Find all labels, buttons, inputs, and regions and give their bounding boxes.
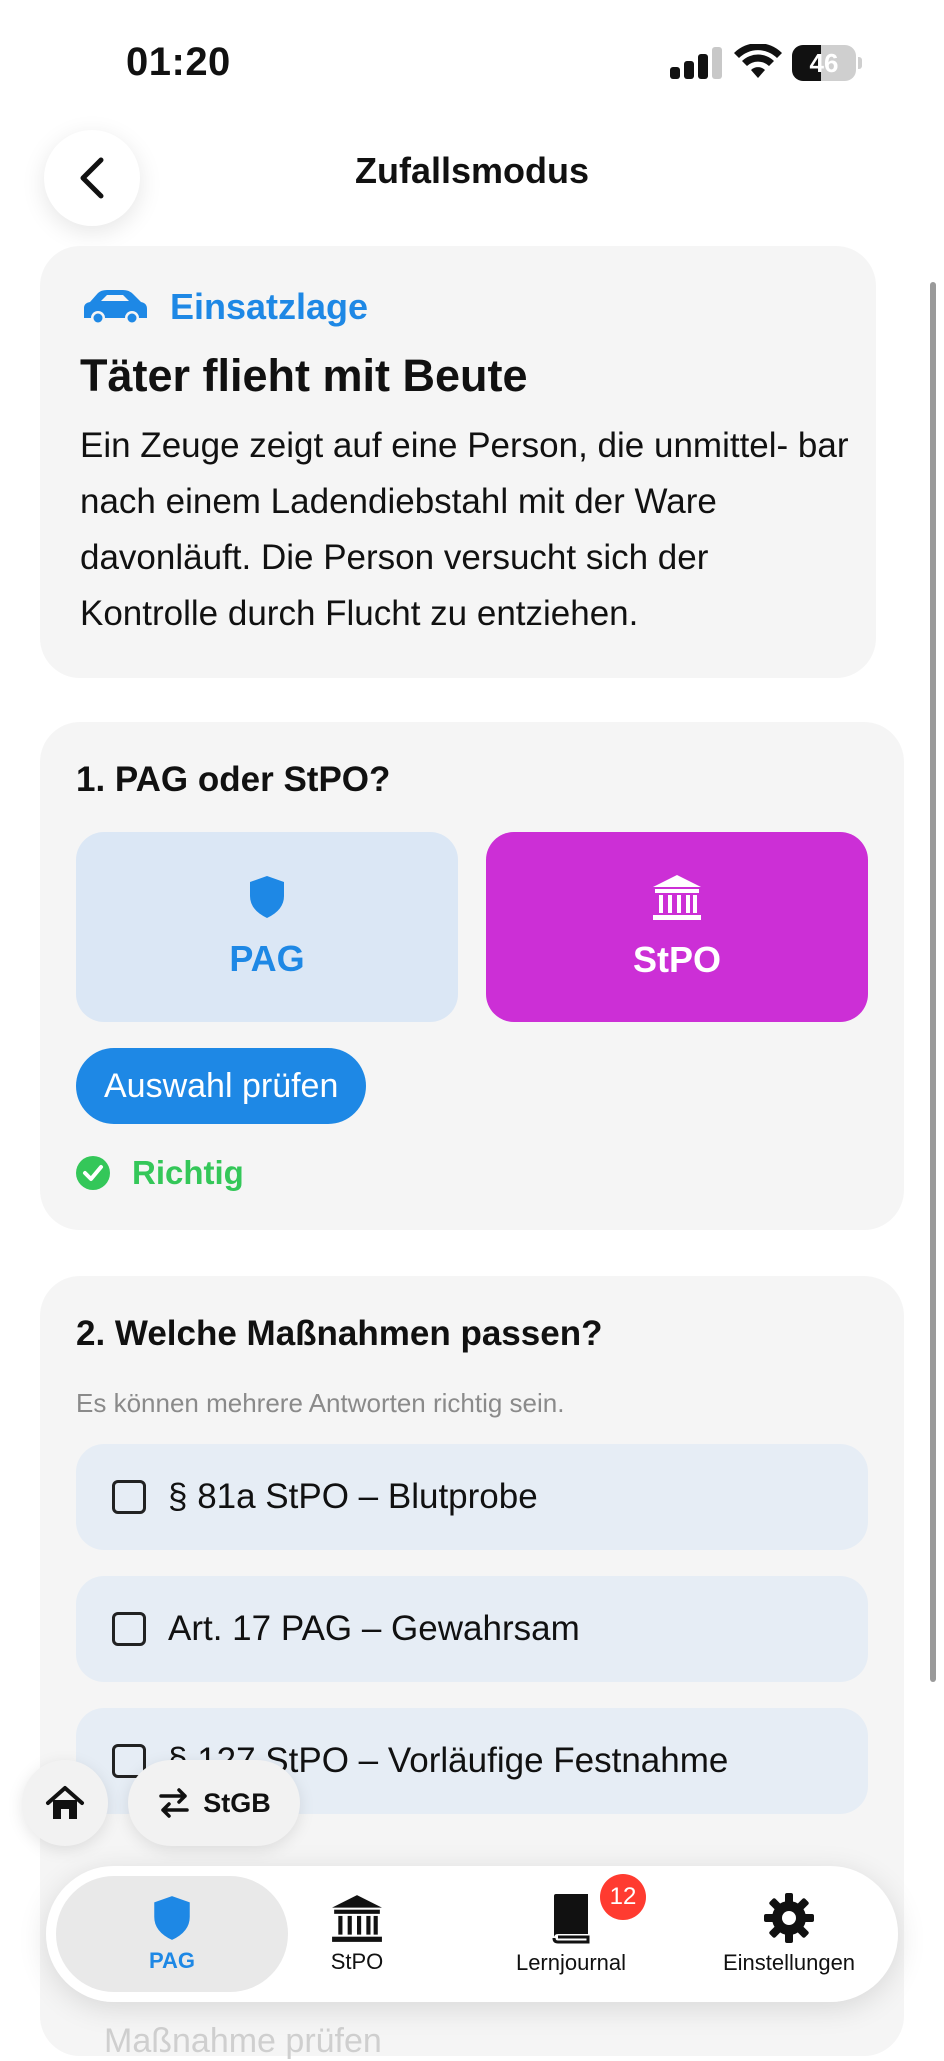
question-1-title: 1. PAG oder StPO?	[76, 760, 391, 799]
switch-law-button[interactable]: StGB	[128, 1760, 300, 1846]
checkbox[interactable]	[112, 1480, 146, 1514]
answer-label: § 81a StPO – Blutprobe	[168, 1477, 538, 1516]
tab-lernjournal-label: Lernjournal	[515, 1950, 627, 1975]
car-icon	[84, 290, 147, 325]
arrows-swap-icon	[159, 1788, 189, 1818]
notification-badge: 12	[600, 1874, 646, 1920]
scenario-card: Einsatzlage Täter flieht mit Beute Ein Z…	[40, 246, 876, 678]
page-title: Zufallsmodus	[354, 150, 590, 191]
book-icon	[552, 1894, 590, 1944]
checkmark-circle-icon	[76, 1156, 110, 1190]
courthouse-icon	[653, 875, 701, 920]
tab-lernjournal[interactable]: Lernjournal 12	[476, 1866, 666, 2002]
tab-einstellungen[interactable]: Einstellungen	[692, 1866, 886, 2002]
house-icon	[46, 1786, 84, 1819]
scenario-tag: Einsatzlage	[80, 286, 368, 328]
answer-label: Art. 17 PAG – Gewahrsam	[168, 1609, 580, 1648]
battery-icon: 46	[792, 45, 862, 81]
answer-option[interactable]: § 81a StPO – Blutprobe	[76, 1444, 868, 1550]
option-pag[interactable]: PAG	[76, 832, 458, 1022]
courthouse-icon	[332, 1895, 382, 1942]
shield-icon	[250, 876, 284, 918]
cellular-signal-icon	[670, 47, 722, 79]
question-2-title: 2. Welche Maßnahmen passen?	[76, 1314, 603, 1353]
battery-percent: 46	[809, 48, 839, 78]
checkbox[interactable]	[112, 1612, 146, 1646]
gear-icon	[764, 1893, 814, 1943]
scenario-tag-label: Einsatzlage	[170, 286, 369, 327]
scenario-title: Täter flieht mit Beute	[80, 350, 528, 401]
answer-option[interactable]: Art. 17 PAG – Gewahrsam	[76, 1576, 868, 1682]
shield-icon	[154, 1896, 190, 1940]
tab-stpo[interactable]: StPO	[282, 1866, 432, 2002]
wifi-icon	[734, 44, 782, 78]
tab-einstellungen-label: Einstellungen	[722, 1950, 856, 1975]
status-bar: 01:20 46	[0, 0, 944, 120]
result-feedback: Richtig	[76, 1154, 244, 1192]
switch-law-label: StGB	[203, 1787, 271, 1818]
tab-bar: PAG StPO Lernjournal 12 Einstellungen	[46, 1866, 898, 2002]
tab-stpo-label: StPO	[330, 1949, 384, 1974]
option-stpo-label: StPO	[632, 939, 721, 980]
question-1-card: 1. PAG oder StPO? PAG StPO Auswahl prüfe…	[40, 722, 904, 1230]
check-measures-button-ghost: Maßnahme prüfen	[104, 2022, 382, 2060]
scrollbar[interactable]	[930, 282, 936, 1682]
question-2-hint: Es können mehrere Antworten richtig sein…	[76, 1388, 565, 1418]
status-time: 01:20	[126, 40, 231, 84]
result-label: Richtig	[132, 1154, 244, 1191]
tab-pag-label: PAG	[148, 1948, 196, 1973]
check-selection-button[interactable]: Auswahl prüfen	[76, 1048, 367, 1124]
option-pag-label: PAG	[229, 938, 305, 979]
home-button[interactable]	[22, 1760, 108, 1846]
scenario-description: Ein Zeuge zeigt auf eine Person, die unm…	[80, 426, 849, 633]
tab-pag[interactable]: PAG	[56, 1866, 288, 2002]
option-stpo[interactable]: StPO	[486, 832, 868, 1022]
